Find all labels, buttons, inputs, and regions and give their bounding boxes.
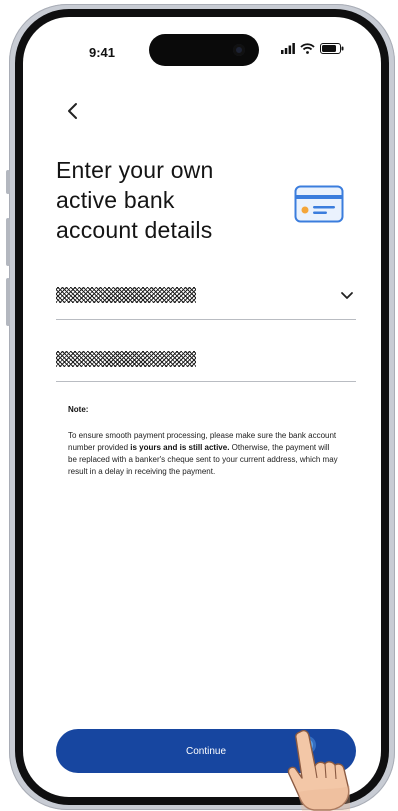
status-icons [281, 39, 344, 57]
bank-card-icon [294, 185, 344, 223]
volume-down-button [6, 278, 10, 326]
page-title-line-3: account details [56, 217, 213, 243]
redacted-bank-name [56, 287, 196, 303]
account-number-field[interactable] [56, 343, 356, 382]
pointing-hand-icon [287, 729, 350, 811]
dynamic-island [149, 34, 259, 66]
wifi-icon [300, 42, 315, 54]
page-title-line-1: Enter your own [56, 157, 214, 183]
note-text: To ensure smooth payment processing, ple… [68, 430, 338, 478]
note-text-emphasis: is yours and is still active. [130, 443, 230, 452]
mute-switch [6, 170, 10, 194]
volume-up-button [6, 218, 10, 266]
page-title-line-2: active bank [56, 187, 175, 213]
note-heading: Note: [68, 405, 89, 414]
redacted-account-number [56, 351, 196, 367]
chevron-down-icon[interactable] [340, 291, 354, 301]
battery-icon [320, 42, 344, 54]
app-screen: 9:41 Enter your own active bank account … [23, 17, 381, 797]
signal-icon [281, 42, 295, 54]
camera-icon [233, 44, 245, 56]
page-title: Enter your own active bank account detai… [56, 155, 286, 245]
bank-select[interactable] [56, 279, 356, 320]
continue-button-label: Continue [185, 745, 227, 757]
status-time: 9:41 [88, 45, 116, 60]
chevron-left-icon[interactable] [63, 101, 83, 121]
